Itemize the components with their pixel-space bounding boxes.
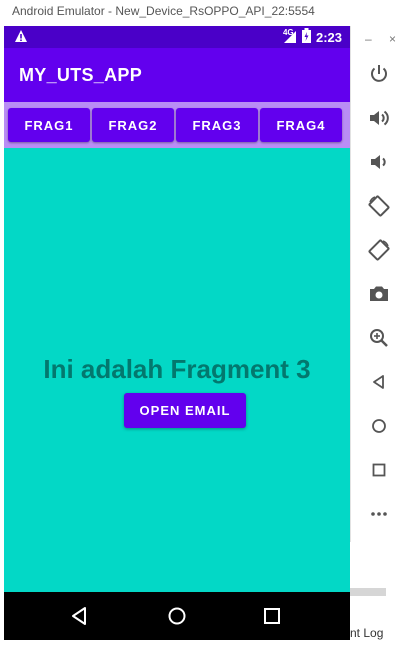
nav-back-icon[interactable]: [68, 604, 92, 628]
rotate-right-icon[interactable]: [367, 238, 391, 262]
frag1-button[interactable]: FRAG1: [8, 108, 90, 142]
close-button[interactable]: ×: [389, 32, 396, 46]
frag3-button[interactable]: FRAG3: [176, 108, 258, 142]
nav-home-icon[interactable]: [165, 604, 189, 628]
window-title: Android Emulator - New_Device_RsOPPO_API…: [0, 0, 406, 22]
scrollbar[interactable]: [350, 588, 386, 596]
fragment-content: Ini adalah Fragment 3 OPEN EMAIL: [4, 148, 350, 592]
volume-down-icon[interactable]: [367, 150, 391, 174]
rotate-left-icon[interactable]: [367, 194, 391, 218]
nav-recents-icon[interactable]: [260, 604, 284, 628]
app-bar-title: MY_UTS_APP: [4, 48, 350, 102]
signal-icon: 4G: [282, 28, 297, 44]
overview-icon[interactable]: [367, 458, 391, 482]
volume-up-icon[interactable]: [367, 106, 391, 130]
fragment-heading: Ini adalah Fragment 3: [43, 354, 311, 384]
open-email-button[interactable]: OPEN EMAIL: [124, 393, 246, 428]
status-bar: 4G 2:23: [4, 26, 350, 48]
warning-icon: [14, 29, 28, 46]
camera-icon[interactable]: [367, 282, 391, 306]
emulator-toolbar: – ×: [350, 26, 406, 542]
more-icon[interactable]: [367, 502, 391, 526]
fragment-tab-bar: FRAG1 FRAG2 FRAG3 FRAG4: [4, 102, 350, 148]
network-type-label: 4G: [282, 28, 294, 37]
power-icon[interactable]: [367, 62, 391, 86]
minimize-button[interactable]: –: [365, 32, 372, 46]
home-icon[interactable]: [367, 414, 391, 438]
log-tab-label[interactable]: nt Log: [350, 626, 383, 640]
battery-icon: [301, 28, 311, 46]
device-screen: 4G 2:23 MY_UTS_APP FRAG1 FRAG2 FRAG3 FRA…: [4, 26, 350, 640]
navigation-bar: [4, 592, 350, 640]
frag2-button[interactable]: FRAG2: [92, 108, 174, 142]
zoom-icon[interactable]: [367, 326, 391, 350]
clock: 2:23: [315, 29, 342, 45]
back-icon[interactable]: [367, 370, 391, 394]
frag4-button[interactable]: FRAG4: [260, 108, 342, 142]
